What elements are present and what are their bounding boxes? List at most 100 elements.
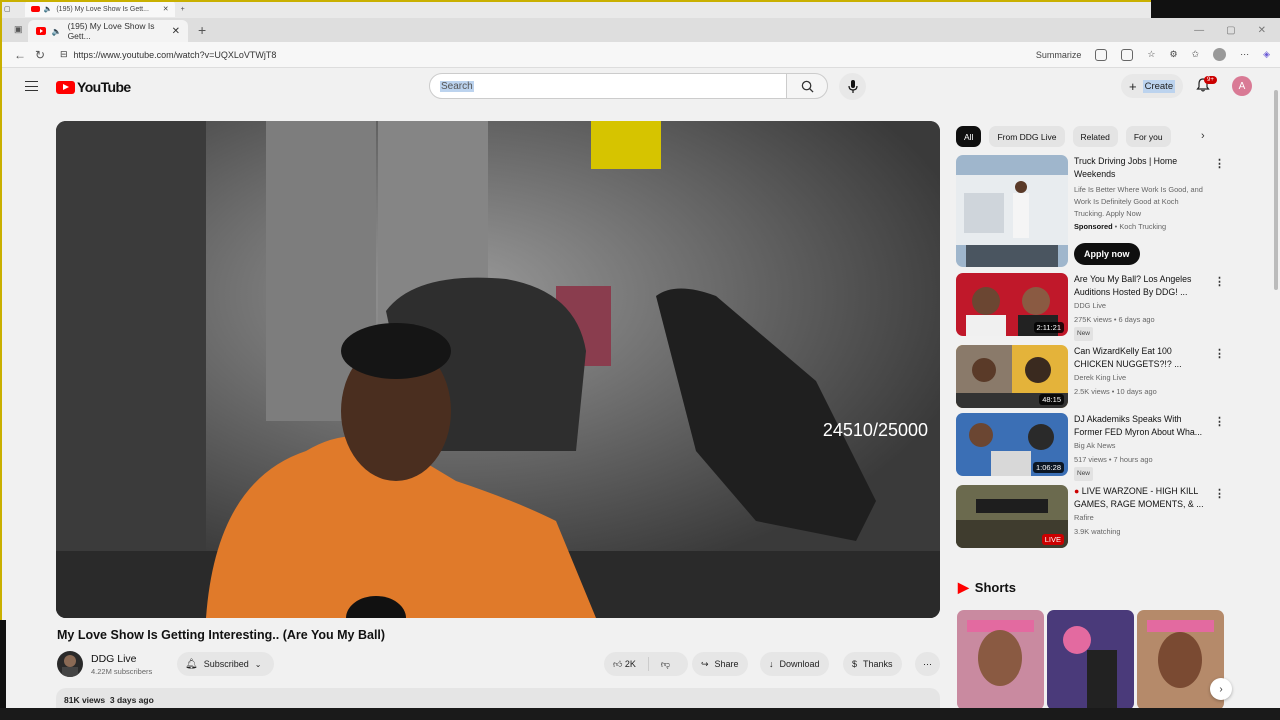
favorite-star-icon[interactable]: ☆ [1147,49,1155,60]
chip-related[interactable]: Related [1072,126,1118,147]
shorts-icon: ▶ [958,579,969,595]
youtube-logo[interactable]: YouTube [56,79,131,95]
recommendation-thumbnail[interactable]: 1:06:28 [956,413,1068,476]
share-label: Share [714,659,739,669]
thanks-label: Thanks [863,659,893,669]
advertiser-name: Koch Trucking [1119,222,1167,231]
more-vertical-icon[interactable]: ⋮ [1214,347,1225,360]
desktop-strip [1151,0,1280,18]
maximize-icon[interactable]: ▢ [1226,25,1235,36]
recommendation-thumbnail[interactable]: LIVE [956,485,1068,548]
recommendation-title: ● LIVE WARZONE - HIGH KILL GAMES, RAGE M… [1074,485,1209,510]
short-item[interactable] [957,610,1044,710]
outer-tab[interactable]: 🔈 (195) My Love Show Is Gett... ✕ [24,1,175,17]
recommendation-channel: Big Ak News [1074,441,1116,450]
like-button[interactable]: 👍︎ 2K [613,659,636,670]
scrollbar-thumb[interactable] [1274,90,1278,290]
url-field[interactable]: ⊟ https://www.youtube.com/watch?v=UQXLoV… [60,49,1036,60]
refresh-icon[interactable]: ↻ [30,48,50,62]
youtube-header: YouTube Search + Create 9+ A [0,68,1280,106]
hamburger-menu-icon[interactable] [25,81,38,91]
view-count: 81K views [64,695,106,705]
more-icon[interactable]: ⋯ [1240,49,1249,60]
profile-icon[interactable] [1213,48,1227,61]
tab-youtube[interactable]: 🔈 (195) My Love Show Is Gett... ✕ [28,20,188,42]
recommendation-stats: 2.5K views • 10 days ago [1074,387,1157,396]
close-icon[interactable]: ✕ [163,5,169,13]
short-item[interactable] [1047,610,1134,710]
site-info-icon[interactable]: ⊟ [60,49,68,60]
youtube-logo-icon [56,80,75,94]
recommendation-channel: Derek King Live [1074,373,1127,382]
channel-avatar-image [62,655,78,677]
recommendation-title: Can WizardKelly Eat 100 CHICKEN NUGGETS?… [1074,346,1182,369]
recommendation-item[interactable]: LIVE ● LIVE WARZONE - HIGH KILL GAMES, R… [956,485,1226,548]
new-badge: New [1074,327,1094,341]
ad-item[interactable]: Truck Driving Jobs | Home Weekends Life … [956,155,1226,267]
notification-badge: 9+ [1204,76,1217,84]
ad-title: Truck Driving Jobs | Home Weekends [1074,156,1178,179]
chip-for-you[interactable]: For you [1125,126,1171,147]
extensions-icon[interactable]: ⚙ [1169,49,1177,60]
recommendation-stats: 3.9K watching [1074,527,1121,536]
page-scrollbar[interactable] [1272,80,1280,710]
search-input[interactable]: Search [429,73,787,99]
chevron-down-icon: ⌄ [254,659,262,669]
search-icon [801,80,814,93]
share-button[interactable]: ↪ Share [692,652,748,676]
speaker-icon[interactable]: 🔈 [52,27,62,36]
favorites-icon[interactable]: ✩ [1192,49,1200,60]
more-vertical-icon[interactable]: ⋮ [1214,415,1225,428]
translate-icon[interactable] [1095,48,1108,61]
bell-icon: 🔔︎ [185,658,198,670]
dislike-button[interactable]: 👎︎ [661,659,670,670]
download-button[interactable]: ↓ Download [760,652,829,676]
more-vertical-icon[interactable]: ⋮ [1214,487,1225,500]
subscribed-button[interactable]: 🔔︎ Subscribed ⌄ [177,652,274,676]
duration-badge: 1:06:28 [1032,462,1064,473]
back-icon[interactable]: ← [10,48,30,62]
short-thumbnail [957,610,1044,710]
shorts-next-button[interactable]: › [1210,678,1232,700]
thanks-button[interactable]: $ Thanks [843,652,902,676]
search-button[interactable] [786,73,828,99]
channel-avatar[interactable] [57,651,83,677]
more-vertical-icon[interactable]: ⋮ [1214,157,1225,170]
ad-description: Life Is Better Where Work Is Good, and W… [1074,185,1203,218]
close-window-icon[interactable]: ✕ [1258,25,1266,36]
voice-search-button[interactable] [839,73,866,100]
recommendation-item[interactable]: 48:15 Can WizardKelly Eat 100 CHICKEN NU… [956,345,1226,408]
recommendation-thumbnail[interactable]: 2:11:21 [956,273,1068,336]
desktop-edge [0,620,6,708]
like-dislike-group: 👍︎ 2K 👎︎ [604,652,688,676]
create-label: Create [1142,79,1176,93]
more-vertical-icon[interactable]: ⋮ [1214,275,1225,288]
reader-icon[interactable] [1121,48,1134,61]
create-button[interactable]: + Create [1121,74,1184,98]
recommendation-item[interactable]: 1:06:28 DJ Akademiks Speaks With Former … [956,413,1226,481]
overlay-counter: 24510/25000 [822,420,928,440]
close-icon[interactable]: ✕ [172,26,180,37]
minimize-icon[interactable]: — [1194,25,1204,36]
tab-actions-icon[interactable]: ▣ [14,24,23,35]
video-player[interactable]: 24510/25000 [56,121,940,618]
new-tab-icon[interactable]: + [198,22,206,38]
outer-tab-actions-icon[interactable]: ▢ [4,5,11,13]
channel-name[interactable]: DDG Live [91,653,137,665]
search-placeholder: Search [440,80,474,92]
ad-thumbnail[interactable] [956,155,1068,267]
apply-now-button[interactable]: Apply now [1074,243,1140,265]
chevron-right-icon[interactable]: › [1201,130,1205,142]
recommendation-thumbnail[interactable]: 48:15 [956,345,1068,408]
filter-chips: All From DDG Live Related For you [956,126,1171,147]
more-actions-button[interactable]: ⋯ [915,652,940,676]
summarize-button[interactable]: Summarize [1036,50,1082,60]
recommendation-item[interactable]: 2:11:21 Are You My Ball? Los Angeles Aud… [956,273,1226,341]
chip-from-channel[interactable]: From DDG Live [989,126,1065,147]
account-avatar[interactable]: A [1232,76,1252,96]
copilot-icon[interactable]: ◈ [1263,49,1270,60]
new-tab-icon[interactable]: + [181,6,185,13]
chip-all[interactable]: All [956,126,982,147]
recommendation-badge-row: New [1074,327,1209,341]
video-frame [56,121,940,618]
